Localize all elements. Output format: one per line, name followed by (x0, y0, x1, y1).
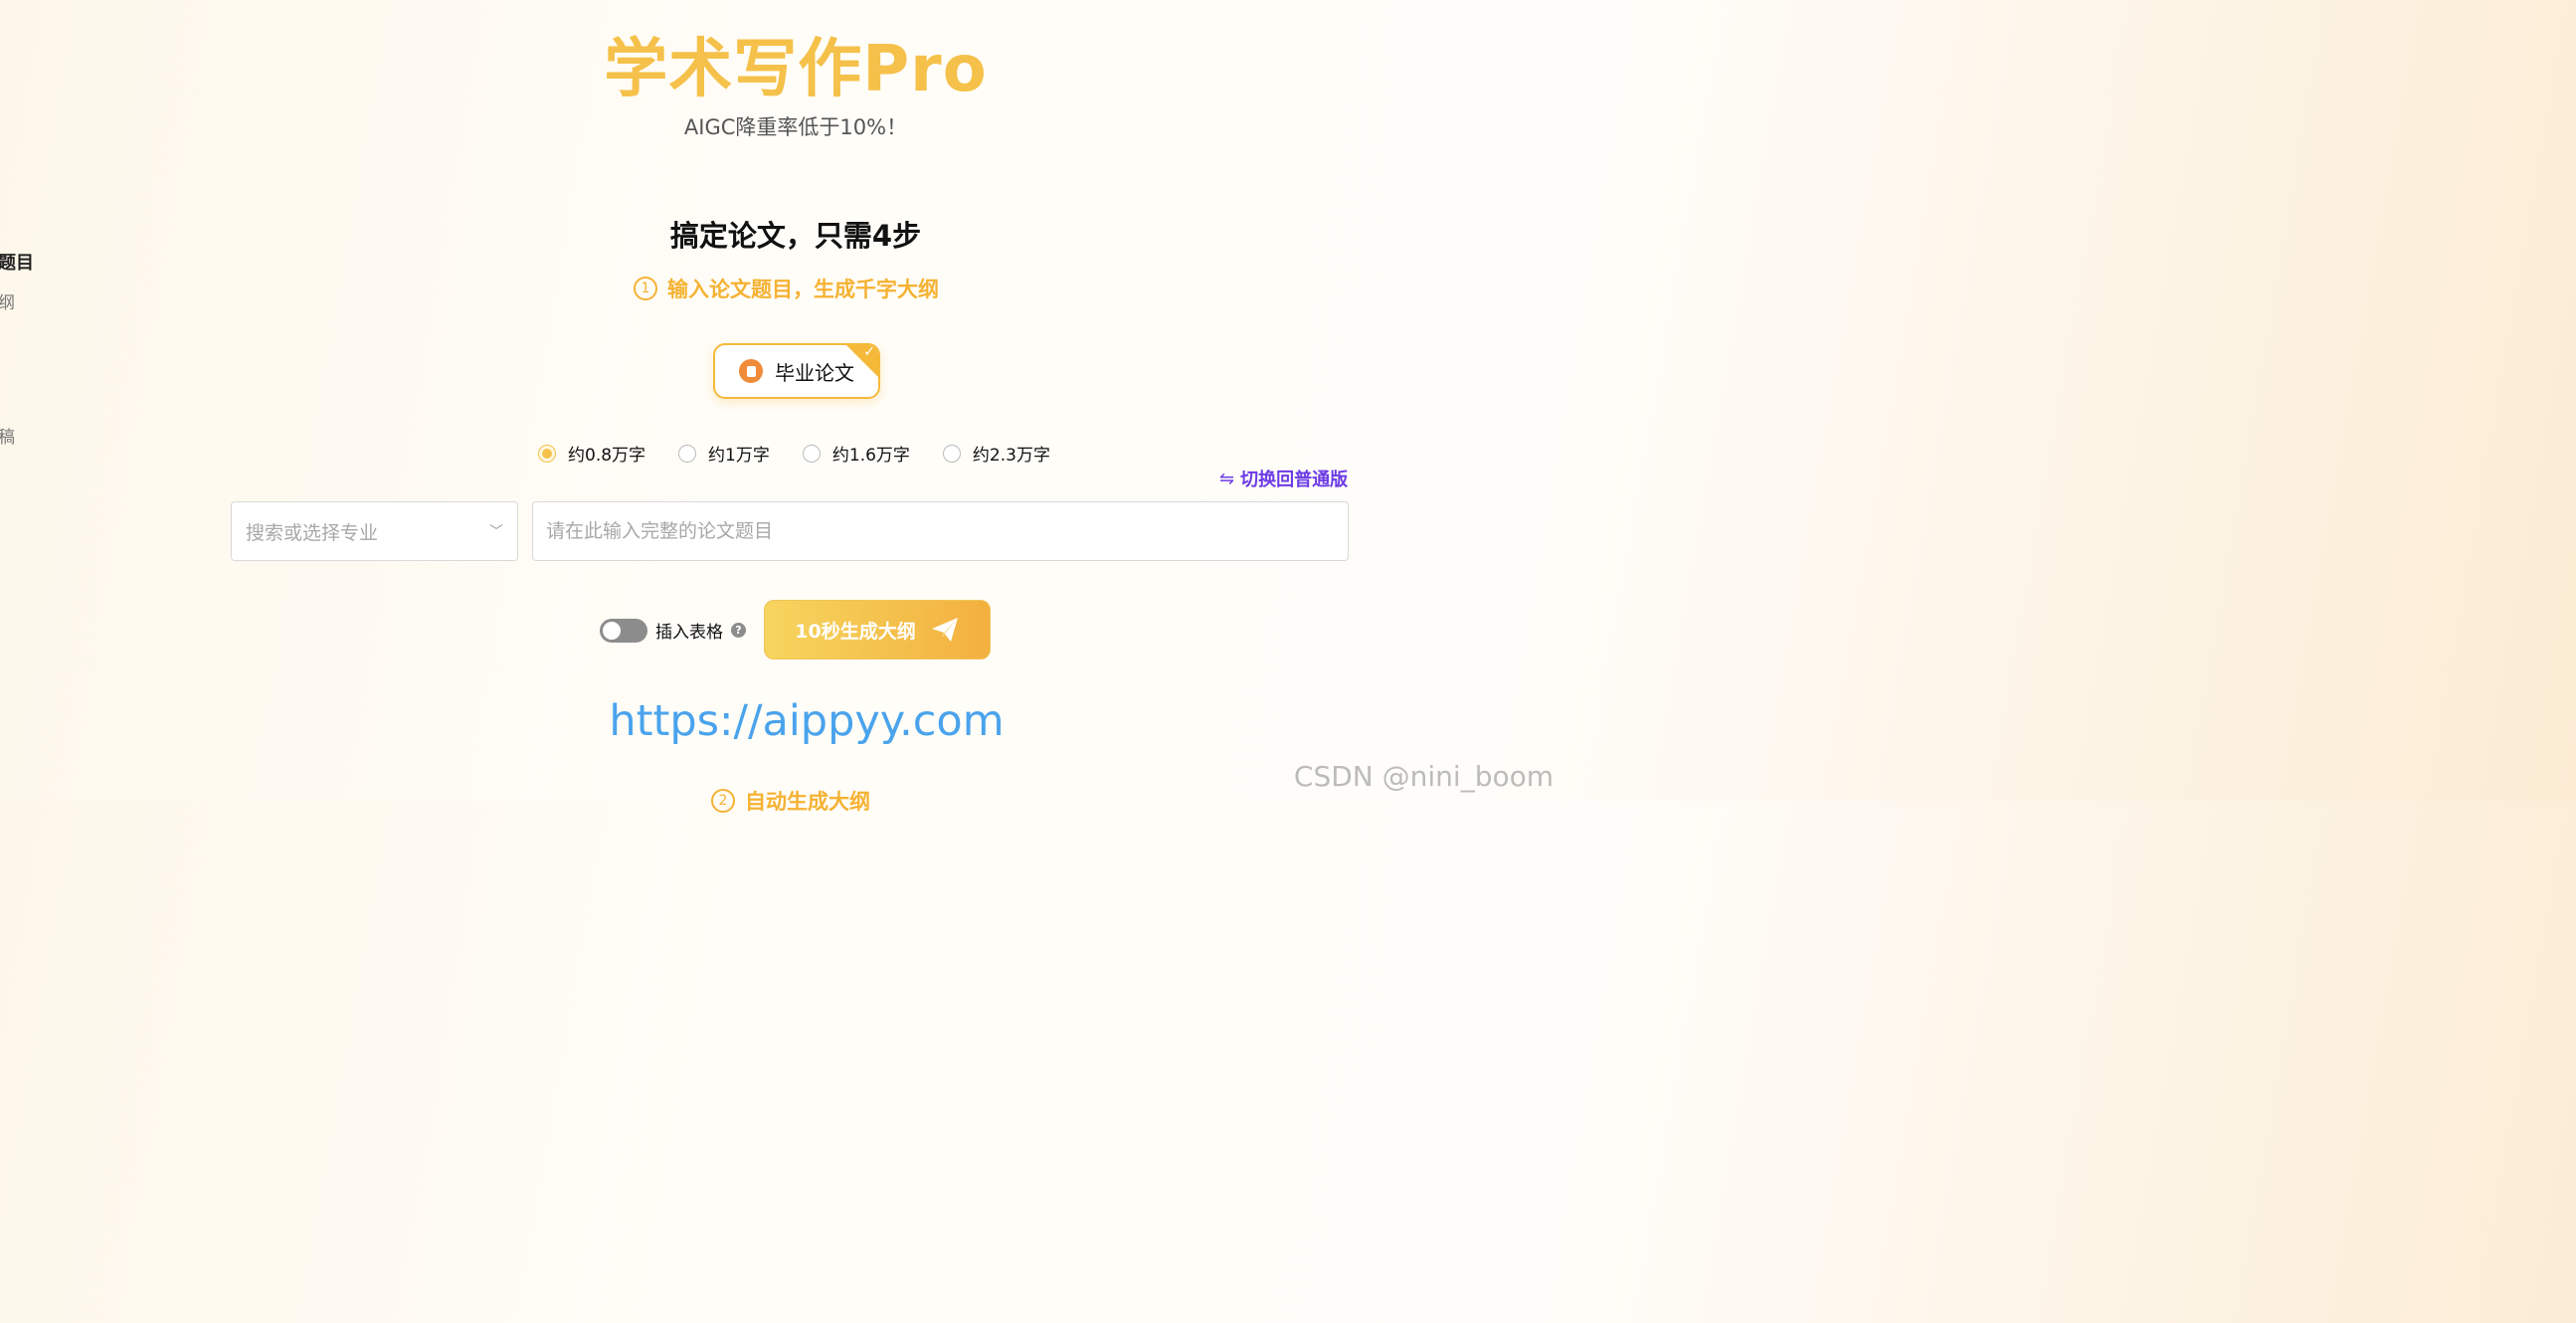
steps-title: 搞定论文，只需4步 (669, 219, 922, 253)
step-2-number-icon: 2 (711, 789, 735, 813)
radio-icon[interactable] (802, 444, 821, 463)
radio-icon[interactable] (678, 444, 697, 463)
insert-table-toggle[interactable] (600, 618, 647, 643)
word-count-label: 约0.8万字 (568, 446, 646, 466)
check-icon: ✓ (863, 344, 875, 360)
step-2-text: 自动生成大纲 (745, 790, 870, 814)
major-select[interactable]: 搜索或选择专业 ﹀ (231, 501, 518, 561)
word-count-option[interactable]: 约1.6万字 (802, 441, 910, 466)
step-1-text: 输入论文题目，生成千字大纲 (667, 278, 939, 301)
chevron-down-icon: ﹀ (489, 524, 503, 540)
step-1-heading: 1 输入论文题目，生成千字大纲 (634, 274, 939, 303)
word-count-radio-group: 约0.8万字 约1万字 约1.6万字 约2.3万字 (538, 441, 1083, 466)
word-count-option[interactable]: 约1万字 (678, 441, 770, 466)
generate-outline-button[interactable]: 10秒生成大纲 (764, 600, 991, 660)
paper-type-card-graduation[interactable]: 毕业论文 ✓ (713, 343, 880, 399)
generate-outline-label: 10秒生成大纲 (795, 620, 916, 643)
site-url[interactable]: https://aippyy.com (0, 696, 1613, 746)
help-icon[interactable]: ? (731, 623, 746, 638)
left-panel-item-draft[interactable]: 稿 (0, 423, 15, 448)
word-count-option[interactable]: 约0.8万字 (538, 441, 645, 466)
watermark: CSDN @nini_boom (1293, 760, 1554, 793)
insert-table-label: 插入表格 (655, 623, 723, 643)
word-count-label: 约1.6万字 (831, 446, 910, 466)
hero-title: 学术写作Pro (604, 33, 988, 106)
hero-subtitle: AIGC降重率低于10%！ (683, 115, 908, 139)
paper-type-label: 毕业论文 (775, 360, 854, 385)
paper-plane-icon (931, 618, 958, 642)
word-count-label: 约1万字 (708, 446, 770, 466)
switch-to-normal-version-link[interactable]: ⇋ 切换回普通版 (1219, 466, 1348, 491)
radio-icon[interactable] (942, 444, 961, 463)
major-select-placeholder: 搜索或选择专业 (246, 521, 379, 544)
insert-table-control: 插入表格 ? (600, 618, 746, 643)
word-count-label: 约2.3万字 (972, 446, 1050, 466)
step-2-heading: 2 自动生成大纲 (711, 786, 870, 816)
radio-icon[interactable] (538, 444, 556, 463)
switch-arrows-icon: ⇋ (1219, 468, 1235, 489)
switch-version-label: 切换回普通版 (1240, 470, 1349, 490)
word-count-option[interactable]: 约2.3万字 (942, 441, 1050, 466)
left-panel-item-outline[interactable]: 纲 (0, 288, 15, 313)
document-icon (739, 359, 763, 383)
step-1-number-icon: 1 (634, 277, 657, 300)
paper-title-input[interactable] (532, 501, 1349, 561)
